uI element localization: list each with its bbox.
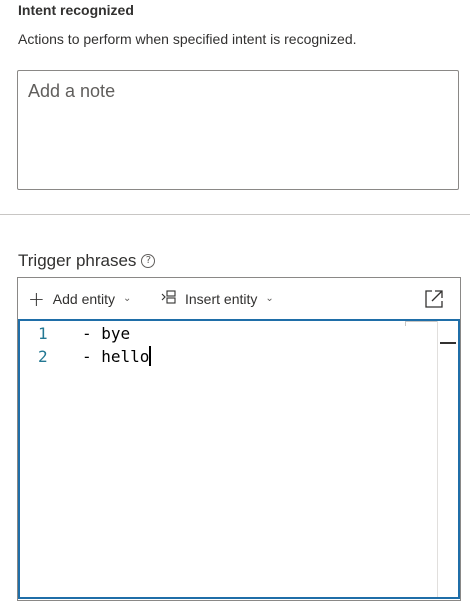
- editor-line: 2 - hello: [20, 345, 440, 368]
- line-number: 2: [38, 347, 48, 366]
- chevron-down-icon: ⌄: [265, 293, 274, 304]
- section-title: Intent recognized: [18, 2, 134, 18]
- section-description: Actions to perform when specified intent…: [18, 31, 357, 47]
- line-text: - hello: [82, 347, 150, 366]
- add-note-textarea[interactable]: [17, 70, 459, 190]
- section-divider: [0, 214, 470, 215]
- line-text: - bye: [82, 324, 131, 343]
- insert-entity-label: Insert entity: [185, 290, 258, 307]
- trigger-phrases-code-editor[interactable]: 1 - bye 2 - hello: [18, 319, 460, 599]
- add-entity-label: Add entity: [52, 290, 116, 307]
- line-text-with-cursor: - hello: [82, 345, 151, 368]
- chevron-down-icon: ⌄: [123, 293, 132, 304]
- minimap-viewport: [405, 321, 438, 326]
- insert-entity-icon: [161, 289, 177, 309]
- text-cursor: [149, 346, 151, 366]
- trigger-phrases-label-text: Trigger phrases: [18, 251, 137, 270]
- trigger-phrases-label: Trigger phrases ?: [18, 251, 156, 271]
- editor-toolbar: + Add entity ⌄ Insert entity ⌄: [18, 278, 460, 319]
- open-in-new-window-icon[interactable]: [424, 289, 444, 309]
- plus-icon: +: [28, 286, 45, 311]
- editor-line: 1 - bye: [20, 322, 440, 345]
- vertical-scrollbar[interactable]: [437, 321, 458, 597]
- add-entity-button[interactable]: + Add entity ⌄: [28, 285, 131, 313]
- insert-entity-button[interactable]: Insert entity ⌄: [161, 285, 274, 313]
- help-circle-icon[interactable]: ?: [141, 254, 156, 268]
- line-number: 1: [38, 324, 48, 343]
- cursor-position-marker: [440, 342, 456, 344]
